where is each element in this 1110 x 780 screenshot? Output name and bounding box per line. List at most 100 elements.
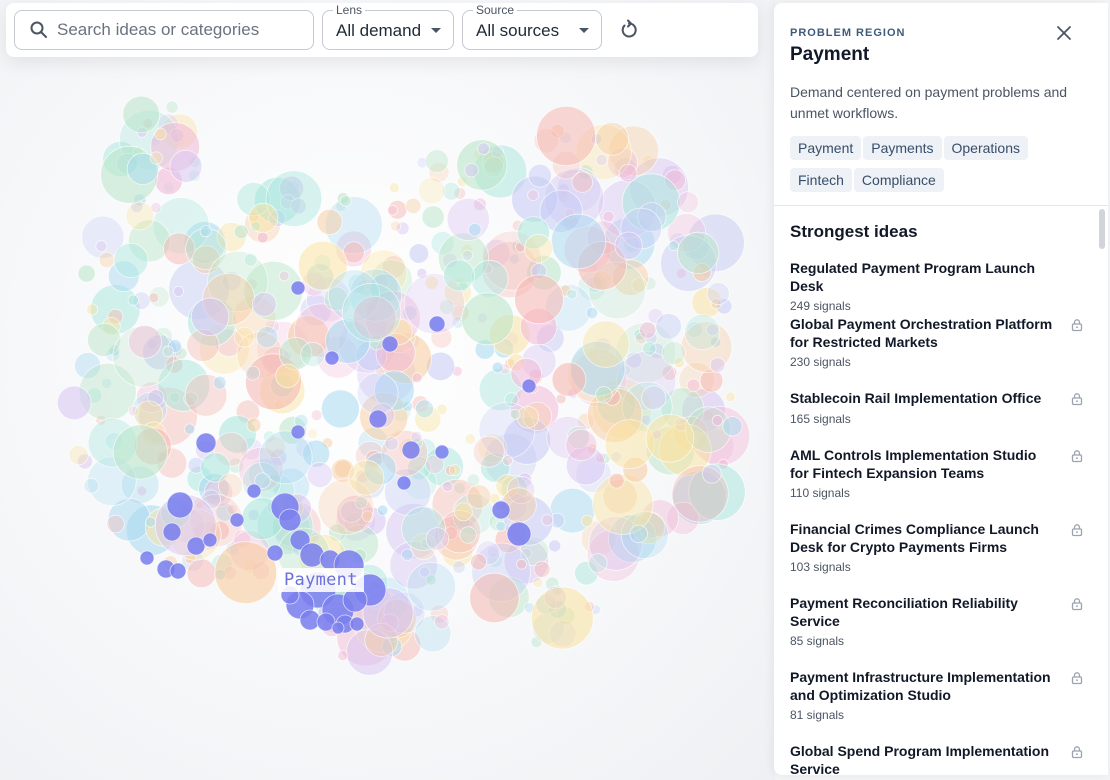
idea-bubble[interactable] xyxy=(725,391,736,403)
idea-bubble[interactable] xyxy=(571,171,594,193)
idea-bubble[interactable] xyxy=(233,326,255,348)
idea-bubble[interactable] xyxy=(425,527,450,551)
tag-payment[interactable]: Payment xyxy=(790,136,862,160)
idea-bubble[interactable] xyxy=(68,445,89,466)
idea-bubble[interactable] xyxy=(711,414,724,427)
panel-scrollbar[interactable] xyxy=(1099,209,1105,249)
idea-bubble[interactable] xyxy=(162,345,174,358)
idea-bubble[interactable] xyxy=(145,516,157,528)
idea-bubble[interactable] xyxy=(587,553,608,573)
idea-bubble[interactable] xyxy=(548,539,562,553)
idea-bubble[interactable] xyxy=(56,385,92,421)
idea-bubble[interactable] xyxy=(466,473,480,487)
idea-bubble[interactable] xyxy=(229,512,245,528)
idea-bubble[interactable] xyxy=(310,409,323,422)
idea-bubble[interactable] xyxy=(477,142,490,156)
idea-bubble[interactable] xyxy=(77,264,96,283)
tag-compliance[interactable]: Compliance xyxy=(853,168,944,192)
idea-bubble[interactable] xyxy=(428,315,446,333)
idea-bubble[interactable] xyxy=(469,572,520,624)
idea-bubble[interactable] xyxy=(642,341,657,356)
idea-bubble[interactable] xyxy=(472,435,505,468)
idea-bubble[interactable] xyxy=(699,368,724,393)
idea-bubble[interactable] xyxy=(356,372,399,415)
idea-bubble[interactable] xyxy=(614,231,643,260)
idea-bubble[interactable] xyxy=(125,201,155,231)
idea-bubble[interactable] xyxy=(248,202,279,233)
idea-item[interactable]: Payment Infrastructure Implementation an… xyxy=(790,669,1090,722)
idea-bubble[interactable] xyxy=(406,562,456,612)
idea-bubble[interactable] xyxy=(384,436,399,451)
idea-bubble[interactable] xyxy=(565,429,598,462)
idea-bubble[interactable] xyxy=(595,386,613,404)
idea-bubble[interactable] xyxy=(506,521,532,547)
idea-bubble[interactable] xyxy=(278,270,290,282)
idea-bubble[interactable] xyxy=(541,514,554,527)
idea-bubble[interactable] xyxy=(466,484,492,509)
tag-operations[interactable]: Operations xyxy=(943,136,1028,160)
idea-bubble[interactable] xyxy=(509,408,521,420)
idea-bubble[interactable] xyxy=(585,306,599,319)
idea-bubble[interactable] xyxy=(122,95,160,134)
idea-bubble[interactable] xyxy=(464,162,479,178)
idea-bubble[interactable] xyxy=(307,428,319,440)
idea-bubble[interactable] xyxy=(251,291,277,317)
idea-bubble[interactable] xyxy=(706,282,730,306)
idea-bubble[interactable] xyxy=(275,363,300,389)
idea-bubble[interactable] xyxy=(684,313,721,351)
idea-item[interactable]: Global Payment Orchestration Platform fo… xyxy=(790,316,1090,369)
idea-bubble[interactable] xyxy=(195,432,217,454)
idea-bubble[interactable] xyxy=(668,240,679,252)
idea-bubble[interactable] xyxy=(618,164,638,183)
bubble-map-canvas[interactable] xyxy=(0,0,775,780)
idea-bubble[interactable] xyxy=(686,378,701,393)
idea-bubble[interactable] xyxy=(331,621,345,635)
idea-bubble[interactable] xyxy=(580,514,594,528)
idea-bubble[interactable] xyxy=(172,285,184,297)
idea-bubble[interactable] xyxy=(661,340,686,366)
idea-bubble[interactable] xyxy=(149,151,163,165)
idea-map[interactable]: Payment xyxy=(0,0,775,780)
idea-bubble[interactable] xyxy=(608,472,625,489)
idea-bubble[interactable] xyxy=(300,341,326,367)
idea-bubble[interactable] xyxy=(527,189,539,202)
idea-bubble[interactable] xyxy=(709,357,726,373)
idea-bubble[interactable] xyxy=(401,548,414,562)
idea-bubble[interactable] xyxy=(202,532,218,548)
idea-bubble[interactable] xyxy=(255,326,279,349)
idea-bubble[interactable] xyxy=(199,225,212,238)
idea-bubble[interactable] xyxy=(502,455,514,466)
idea-bubble[interactable] xyxy=(536,106,597,167)
idea-bubble[interactable] xyxy=(655,313,682,340)
idea-bubble[interactable] xyxy=(186,536,206,556)
tag-fintech[interactable]: Fintech xyxy=(790,168,852,192)
idea-bubble[interactable] xyxy=(112,424,168,480)
idea-bubble[interactable] xyxy=(629,524,648,544)
idea-bubble[interactable] xyxy=(106,514,125,534)
idea-bubble[interactable] xyxy=(316,208,343,235)
idea-bubble[interactable] xyxy=(595,154,608,167)
idea-bubble[interactable] xyxy=(98,251,116,269)
idea-bubble[interactable] xyxy=(169,562,187,580)
idea-bubble[interactable] xyxy=(290,280,306,296)
idea-bubble[interactable] xyxy=(528,163,552,188)
idea-bubble[interactable] xyxy=(217,473,243,499)
idea-bubble[interactable] xyxy=(243,252,258,267)
idea-bubble[interactable] xyxy=(434,614,450,630)
idea-bubble[interactable] xyxy=(424,149,449,174)
idea-bubble[interactable] xyxy=(341,282,402,343)
idea-bubble[interactable] xyxy=(461,249,474,261)
idea-bubble[interactable] xyxy=(95,240,108,253)
idea-bubble[interactable] xyxy=(495,520,507,532)
idea-bubble[interactable] xyxy=(150,202,162,214)
idea-bubble[interactable] xyxy=(113,242,149,278)
region-label-payment[interactable]: Payment xyxy=(278,568,364,592)
idea-item[interactable]: AML Controls Implementation Studio for F… xyxy=(790,447,1090,500)
idea-item[interactable]: Payment Reconciliation Reliability Servi… xyxy=(790,595,1090,648)
idea-bubble[interactable] xyxy=(582,320,630,368)
idea-bubble[interactable] xyxy=(566,288,578,300)
reset-icon[interactable] xyxy=(616,17,642,43)
idea-bubble[interactable] xyxy=(306,461,333,488)
idea-bubble[interactable] xyxy=(551,362,587,397)
idea-bubble[interactable] xyxy=(645,413,695,463)
